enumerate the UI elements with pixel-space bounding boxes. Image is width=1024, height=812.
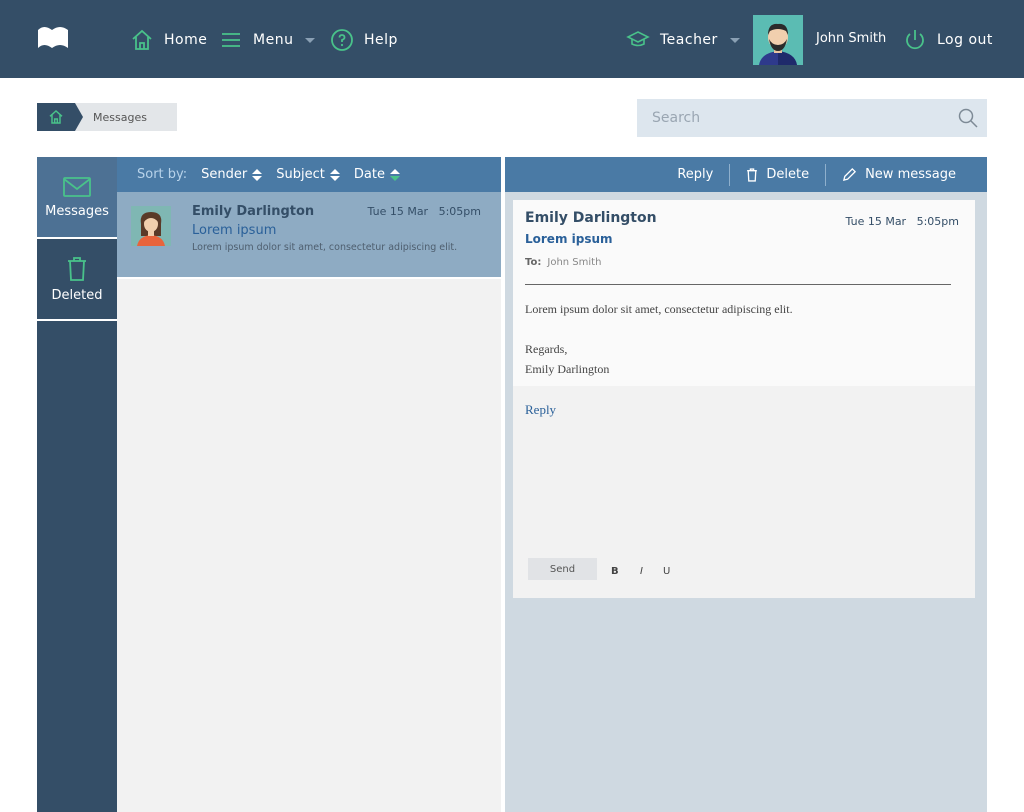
nav-menu[interactable]: Menu — [219, 27, 316, 53]
user-avatar-icon — [753, 15, 803, 65]
nav-home[interactable]: Home — [130, 27, 207, 53]
reading-pane: Reply Delete New message Emily Darlingto… — [505, 157, 987, 812]
message-list: Sort by: Sender Subject Date Emily Darli… — [117, 157, 503, 812]
user-name[interactable]: John Smith — [816, 31, 886, 46]
sidebar-item-label: Deleted — [51, 287, 103, 303]
send-button[interactable]: Send — [528, 558, 597, 580]
sidebar: Messages Deleted — [37, 157, 117, 812]
message-body: Lorem ipsum dolor sit amet, consectetur … — [525, 299, 793, 379]
role-selector[interactable]: Teacher — [626, 27, 740, 53]
search-icon[interactable] — [958, 108, 978, 128]
sidebar-item-deleted[interactable]: Deleted — [37, 239, 117, 321]
reply-link[interactable]: Reply — [525, 402, 556, 418]
reply-button[interactable]: Reply — [661, 164, 729, 186]
breadcrumb-current: Messages — [75, 103, 177, 131]
new-message-button[interactable]: New message — [825, 163, 972, 186]
divider — [525, 284, 951, 285]
italic-button[interactable]: I — [640, 566, 643, 577]
reader-sender: Emily Darlington — [525, 210, 657, 226]
message-card: Emily Darlington Tue 15 Mar 5:05pm Lorem… — [513, 200, 975, 598]
sort-bar: Sort by: Sender Subject Date — [117, 157, 501, 192]
reader-toolbar: Reply Delete New message — [505, 157, 987, 192]
sort-sender[interactable]: Sender — [201, 167, 263, 182]
message-subject: Lorem ipsum — [192, 223, 277, 238]
home-icon — [49, 110, 63, 124]
nav-menu-label: Menu — [253, 32, 294, 48]
reader-date-day: Tue 15 Mar — [845, 215, 907, 228]
message-sender: Emily Darlington — [192, 204, 315, 219]
trash-icon — [68, 256, 86, 281]
nav-help-label: Help — [364, 32, 398, 48]
sort-arrows-icon — [252, 168, 263, 181]
nav-help[interactable]: Help — [330, 27, 398, 53]
message-content: Emily Darlington Tue 15 Mar 5:05pm Lorem… — [513, 200, 975, 386]
female-avatar-icon — [131, 206, 171, 246]
underline-button[interactable]: U — [663, 566, 670, 577]
sort-arrows-icon — [329, 168, 340, 181]
message-date-time: 5:05pm — [438, 205, 481, 218]
avatar — [131, 206, 171, 246]
closing-text: Regards, — [525, 342, 568, 356]
sort-date[interactable]: Date — [354, 167, 400, 182]
sort-option-label: Sender — [201, 167, 248, 182]
trash-icon — [747, 167, 758, 182]
reader-subject: Lorem ipsum — [525, 232, 613, 246]
sort-label: Sort by: — [137, 167, 188, 182]
new-message-label: New message — [865, 167, 956, 182]
help-icon — [331, 29, 353, 51]
bold-button[interactable]: B — [611, 566, 619, 577]
top-bar: Home Menu Help Teacher John Smith Log ou… — [0, 0, 1024, 78]
signature-text: Emily Darlington — [525, 362, 610, 376]
reply-button-label: Reply — [677, 167, 714, 182]
chevron-down-icon — [305, 37, 316, 43]
breadcrumb: Messages — [37, 103, 177, 131]
sidebar-item-label: Messages — [45, 203, 109, 219]
logo-icon[interactable] — [36, 22, 70, 50]
reader-recipient: To: John Smith — [525, 257, 601, 268]
list-item[interactable]: Emily Darlington Tue 15 Mar 5:05pm Lorem… — [117, 192, 501, 279]
delete-button-label: Delete — [766, 167, 810, 182]
hamburger-icon — [222, 33, 240, 47]
nav-home-label: Home — [164, 32, 208, 48]
to-label: To: — [525, 257, 542, 268]
breadcrumb-home[interactable] — [37, 103, 83, 131]
avatar[interactable] — [753, 15, 803, 65]
logout-button[interactable]: Log out — [903, 27, 993, 53]
message-date-day: Tue 15 Mar — [367, 205, 429, 218]
sort-arrows-icon — [389, 168, 400, 181]
delete-button[interactable]: Delete — [729, 163, 825, 186]
logout-label: Log out — [937, 32, 993, 48]
power-icon — [906, 30, 924, 50]
sort-option-label: Subject — [276, 167, 325, 182]
reader-date-time: 5:05pm — [916, 215, 959, 228]
role-label: Teacher — [660, 32, 718, 48]
chevron-down-icon — [729, 37, 740, 43]
search-input[interactable] — [637, 99, 987, 137]
reader-date: Tue 15 Mar 5:05pm — [846, 215, 959, 228]
sort-subject[interactable]: Subject — [276, 167, 340, 182]
to-name: John Smith — [547, 257, 602, 268]
envelope-icon — [63, 176, 91, 197]
body-text: Lorem ipsum dolor sit amet, consectetur … — [525, 302, 793, 316]
message-preview: Lorem ipsum dolor sit amet, consectetur … — [192, 242, 458, 253]
breadcrumb-current-label: Messages — [93, 110, 147, 124]
sidebar-item-messages[interactable]: Messages — [37, 157, 117, 239]
message-date: Tue 15 Mar 5:05pm — [368, 205, 481, 218]
sort-option-label: Date — [353, 167, 385, 182]
pencil-icon — [843, 167, 857, 182]
home-icon — [132, 29, 152, 50]
graduation-cap-icon — [626, 31, 650, 47]
